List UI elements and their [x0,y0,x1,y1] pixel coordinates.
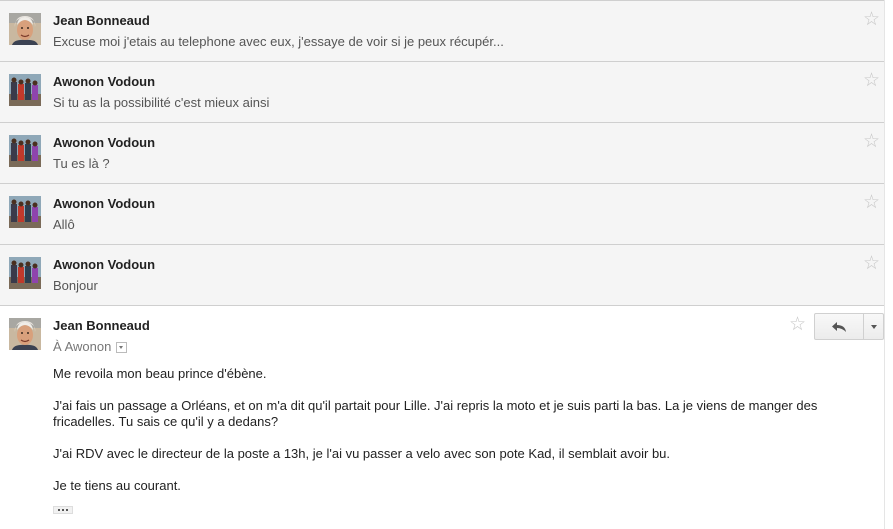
portrait-image [9,318,41,350]
sender-name: Awonon Vodoun [53,135,156,150]
message-body: Me revoila mon beau prince d'ébène. J'ai… [53,366,853,510]
reply-button[interactable] [815,314,864,339]
sender-name: Awonon Vodoun [53,74,156,89]
message-snippet: Si tu as la possibilité c'est mieux ains… [53,95,270,110]
message-snippet: Bonjour [53,278,98,293]
group-photo-image [9,196,41,228]
group-photo-image [9,135,41,167]
reply-arrow-icon [832,321,846,332]
collapsed-message[interactable]: Awonon Vodoun Si tu as la possibilité c'… [0,61,884,122]
avatar [9,318,41,350]
recipient-line: À Awonon [53,339,128,354]
sender-name: Jean Bonneaud [53,318,150,333]
body-paragraph: Me revoila mon beau prince d'ébène. [53,366,267,381]
star-icon[interactable]: ☆ [863,193,880,212]
recipient-label: À Awonon [53,339,112,354]
show-details-icon[interactable] [116,342,128,353]
more-options-button[interactable] [864,314,883,339]
star-icon[interactable]: ☆ [863,10,880,29]
star-icon[interactable]: ☆ [863,132,880,151]
collapsed-message[interactable]: Awonon Vodoun Allô ☆ [0,183,884,244]
avatar [9,13,41,45]
dropdown-caret-icon [870,324,877,329]
star-icon[interactable]: ☆ [789,315,806,334]
avatar [9,257,41,289]
sender-name: Awonon Vodoun [53,257,156,272]
sender-name: Awonon Vodoun [53,196,156,211]
body-paragraph: Je te tiens au courant. [53,478,181,493]
message-snippet: Tu es là ? [53,156,110,171]
body-paragraph: J'ai fais un passage a Orléans, et on m'… [53,398,818,429]
expanded-message: Jean Bonneaud À Awonon ☆ Me revoila mon … [0,305,884,529]
reply-button-group [814,313,884,340]
collapsed-message[interactable]: Awonon Vodoun Tu es là ? ☆ [0,122,884,183]
collapsed-message[interactable]: Awonon Vodoun Bonjour ☆ [0,244,884,305]
collapsed-message[interactable]: Jean Bonneaud Excuse moi j'etais au tele… [0,0,884,61]
avatar [9,135,41,167]
avatar [9,196,41,228]
body-paragraph: J'ai RDV avec le directeur de la poste a… [53,446,671,461]
message-snippet: Allô [53,217,75,232]
avatar [9,74,41,106]
message-snippet: Excuse moi j'etais au telephone avec eux… [53,34,504,49]
conversation-thread: Jean Bonneaud Excuse moi j'etais au tele… [0,0,885,529]
sender-name: Jean Bonneaud [53,13,150,28]
group-photo-image [9,74,41,106]
group-photo-image [9,257,41,289]
star-icon[interactable]: ☆ [863,71,880,90]
star-icon[interactable]: ☆ [863,254,880,273]
portrait-image [9,13,41,45]
show-trimmed-content-button[interactable] [53,506,73,514]
